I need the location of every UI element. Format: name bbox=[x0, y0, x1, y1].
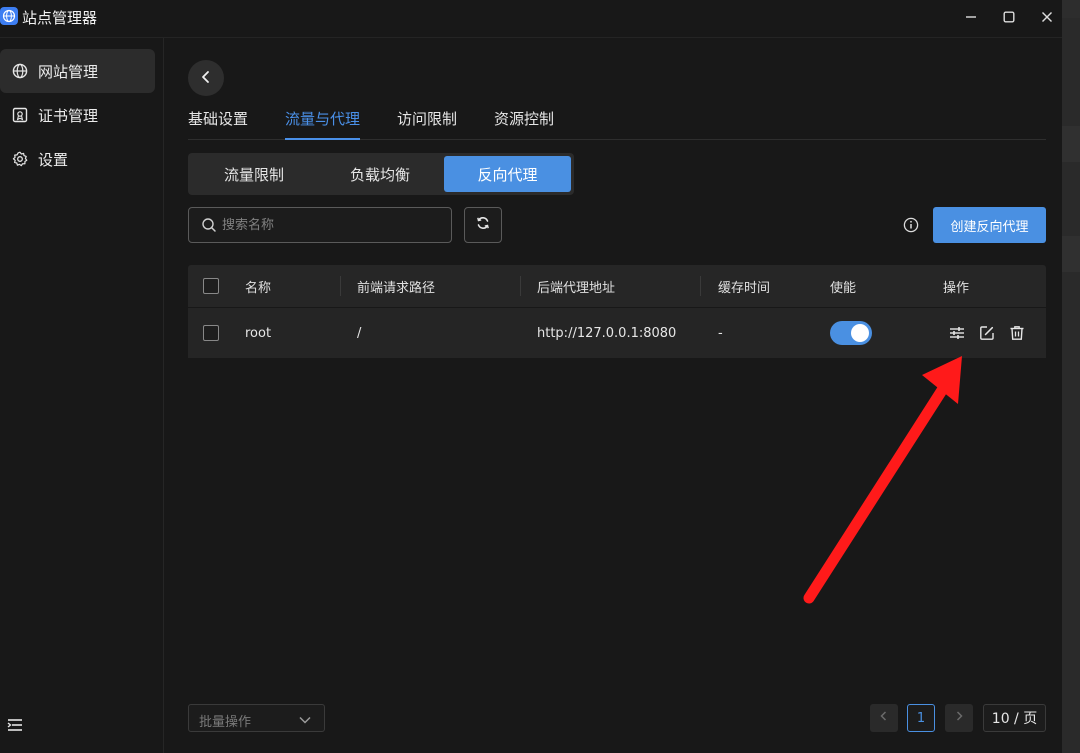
info-icon[interactable] bbox=[903, 217, 919, 233]
cell-cache: - bbox=[718, 325, 723, 341]
table-header: 名称 前端请求路径 后端代理地址 缓存时间 使能 操作 bbox=[188, 265, 1046, 307]
title-bar: 站点管理器 bbox=[0, 0, 1062, 38]
chevron-down-icon bbox=[298, 712, 312, 726]
next-page-button[interactable] bbox=[945, 704, 973, 732]
sidebar-item-label: 证书管理 bbox=[38, 106, 99, 125]
page-size-select[interactable]: 10 / 页 bbox=[983, 704, 1046, 732]
row-checkbox[interactable] bbox=[203, 325, 219, 341]
table-row: root / http://127.0.0.1:8080 - bbox=[188, 308, 1046, 358]
segmented-control: 流量限制 负载均衡 反向代理 bbox=[188, 153, 574, 195]
segment-rate-limit[interactable]: 流量限制 bbox=[191, 156, 317, 192]
app-window: 站点管理器 网站管理 证书管理 设置 基础设置 流量与代理 访问限制 资源控制 … bbox=[0, 0, 1062, 753]
column-header-backend: 后端代理地址 bbox=[537, 280, 616, 296]
search-icon bbox=[201, 217, 217, 233]
sidebar-item-settings[interactable]: 设置 bbox=[0, 137, 155, 181]
create-reverse-proxy-button[interactable]: 创建反向代理 bbox=[933, 207, 1046, 243]
certificate-icon bbox=[12, 107, 28, 123]
sidebar: 网站管理 证书管理 设置 bbox=[0, 38, 164, 753]
close-icon[interactable] bbox=[1034, 6, 1060, 28]
app-title: 站点管理器 bbox=[22, 9, 98, 27]
main-content: 基础设置 流量与代理 访问限制 资源控制 流量限制 负载均衡 反向代理 创建反向… bbox=[165, 38, 1062, 753]
chevron-left-icon bbox=[878, 710, 890, 726]
search-box bbox=[188, 207, 452, 243]
sidebar-item-websites[interactable]: 网站管理 bbox=[0, 49, 155, 93]
gear-icon bbox=[12, 151, 28, 167]
select-all-checkbox[interactable] bbox=[203, 278, 219, 294]
tab-basic-settings[interactable]: 基础设置 bbox=[188, 108, 248, 140]
page-number-button[interactable]: 1 bbox=[907, 704, 935, 732]
prev-page-button[interactable] bbox=[870, 704, 898, 732]
sidebar-item-label: 设置 bbox=[38, 150, 69, 169]
cell-path: / bbox=[357, 325, 362, 341]
tab-resource-control[interactable]: 资源控制 bbox=[494, 108, 554, 140]
globe-icon bbox=[0, 7, 18, 25]
sidebar-item-label: 网站管理 bbox=[38, 62, 99, 81]
back-button[interactable] bbox=[188, 60, 224, 96]
toggle-knob bbox=[851, 324, 869, 342]
column-header-name: 名称 bbox=[245, 280, 272, 296]
segment-load-balance[interactable]: 负载均衡 bbox=[317, 156, 443, 192]
refresh-icon bbox=[475, 215, 491, 235]
sliders-icon[interactable] bbox=[948, 324, 966, 342]
batch-operations-label: 批量操作 bbox=[199, 715, 252, 730]
cell-backend: http://127.0.0.1:8080 bbox=[537, 325, 677, 341]
chevron-right-icon bbox=[953, 710, 965, 726]
segment-reverse-proxy[interactable]: 反向代理 bbox=[444, 156, 571, 192]
tab-access-limit[interactable]: 访问限制 bbox=[397, 108, 457, 140]
cell-name: root bbox=[245, 325, 272, 341]
collapse-menu-icon[interactable] bbox=[6, 716, 24, 734]
background-window-edge bbox=[1062, 0, 1080, 753]
column-header-path: 前端请求路径 bbox=[357, 280, 436, 296]
minimize-icon[interactable] bbox=[958, 6, 984, 28]
search-input[interactable] bbox=[222, 208, 447, 242]
column-header-enabled: 使能 bbox=[830, 280, 857, 296]
globe-icon bbox=[12, 63, 28, 79]
chevron-left-icon bbox=[199, 69, 213, 88]
maximize-icon[interactable] bbox=[996, 6, 1022, 28]
column-header-cache: 缓存时间 bbox=[718, 280, 771, 296]
enable-toggle[interactable] bbox=[830, 321, 872, 345]
sidebar-item-certificates[interactable]: 证书管理 bbox=[0, 93, 155, 137]
batch-operations-select[interactable]: 批量操作 bbox=[188, 704, 325, 732]
trash-icon[interactable] bbox=[1008, 324, 1026, 342]
edit-icon[interactable] bbox=[978, 324, 996, 342]
tab-traffic-proxy[interactable]: 流量与代理 bbox=[285, 108, 361, 140]
column-header-actions: 操作 bbox=[943, 280, 970, 296]
refresh-button[interactable] bbox=[464, 207, 502, 243]
tab-bar: 基础设置 流量与代理 访问限制 资源控制 bbox=[188, 106, 1046, 140]
